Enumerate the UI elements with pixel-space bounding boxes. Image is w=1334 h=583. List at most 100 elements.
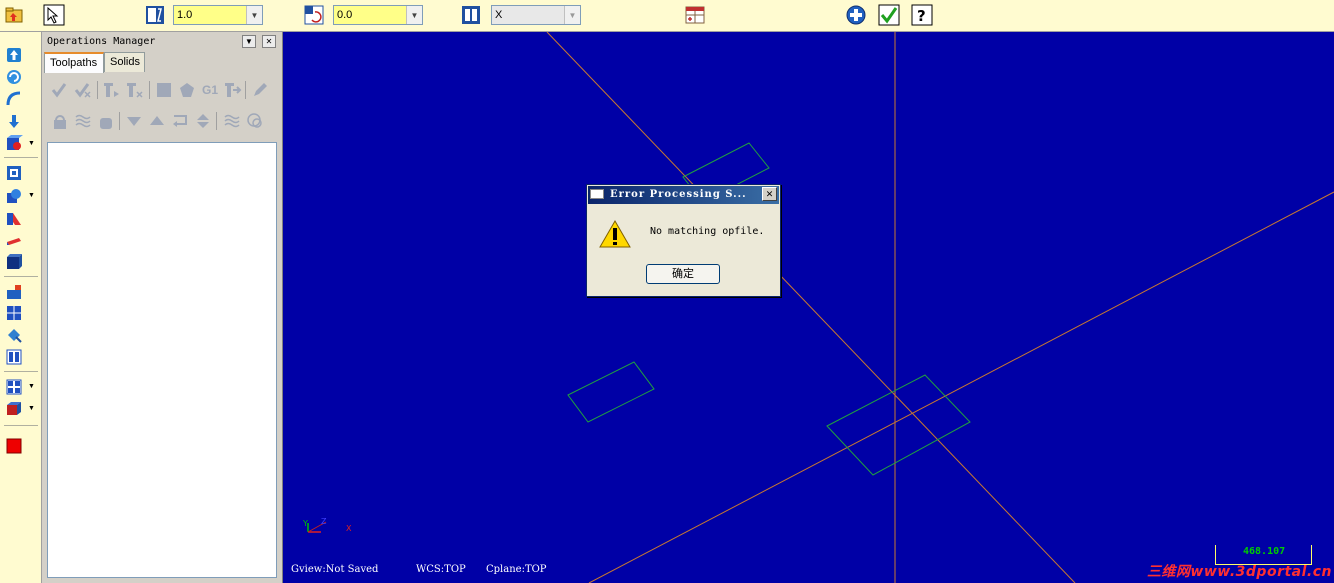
- view-extrude-button[interactable]: [5, 209, 23, 227]
- pentagon-icon: [180, 83, 194, 97]
- axis-combo[interactable]: X ▼: [491, 5, 581, 25]
- post-g1-button[interactable]: G1: [200, 80, 220, 100]
- verify-button[interactable]: [177, 80, 197, 100]
- tab-solids[interactable]: Solids: [104, 52, 145, 72]
- plane-icon: [7, 238, 21, 245]
- extrude-icon: [7, 213, 21, 225]
- separator: [245, 81, 246, 99]
- operations-manager-panel: Operations Manager ▼ ✕ Toolpaths Solids …: [42, 32, 283, 583]
- solid-window-button[interactable]: [5, 304, 23, 322]
- chevron-down-icon[interactable]: ▼: [28, 405, 35, 412]
- toolpath-up-button[interactable]: [5, 46, 23, 64]
- ops-toolbar-row-1: G1: [46, 77, 280, 103]
- status-cplane: Cplane:TOP: [486, 564, 547, 575]
- tab-toolpaths[interactable]: Toolpaths: [44, 52, 104, 73]
- arrow-up-icon: [7, 48, 21, 62]
- dialog-message: No matching opfile.: [650, 226, 765, 237]
- chevron-down-icon[interactable]: ▼: [28, 383, 35, 390]
- help-ops-button[interactable]: [245, 111, 265, 131]
- shade-button[interactable]: [5, 400, 23, 418]
- panel-menu-button[interactable]: ▼: [242, 35, 256, 48]
- rotate-combo[interactable]: 0.0 ▼: [333, 5, 423, 25]
- solid-shape-button[interactable]: [5, 134, 23, 152]
- regenerate-button[interactable]: [102, 80, 122, 100]
- view-plane-button[interactable]: [5, 231, 23, 249]
- view-sphere-button[interactable]: [5, 187, 23, 205]
- top-toolbar: 1.0 ▼ 0.0 ▼ X ▼ ?: [0, 0, 1334, 32]
- ops-toolbar-row-2: [46, 108, 280, 134]
- square-icon: [157, 83, 171, 97]
- open-file-button[interactable]: [3, 4, 25, 26]
- rotate-icon: [304, 5, 324, 25]
- check-x-icon: [74, 83, 91, 98]
- toggle-display-button[interactable]: [73, 111, 93, 131]
- toolpath-down-button[interactable]: [5, 112, 23, 130]
- chevron-down-icon[interactable]: ▼: [28, 192, 35, 199]
- left-toolbar: ▼ ▼ ▼ ▼: [0, 32, 42, 583]
- scroll-button[interactable]: [193, 111, 213, 131]
- graphics-viewport[interactable]: Y Z X Gview:Not Saved WCS:TOP Cplane:TOP…: [283, 32, 1334, 583]
- chevron-down-icon[interactable]: ▼: [28, 140, 35, 147]
- dialog-titlebar[interactable]: Error Processing S...: [588, 186, 779, 204]
- lock-icon: [54, 115, 66, 129]
- regenerate-dirty-button[interactable]: [125, 80, 145, 100]
- post-output-button[interactable]: [223, 80, 243, 100]
- ok-button[interactable]: [878, 4, 900, 26]
- pencil-icon: [254, 83, 267, 96]
- view-box-button[interactable]: [5, 253, 23, 271]
- toggle-post-button[interactable]: [96, 111, 116, 131]
- plus-circle-icon: [846, 5, 866, 25]
- select-all-button[interactable]: [50, 80, 70, 100]
- view-layout-button[interactable]: [5, 378, 23, 396]
- tool-regen-icon: [104, 83, 119, 97]
- up-down-icon: [197, 114, 209, 128]
- move-down-button[interactable]: [124, 111, 144, 131]
- move-up-button[interactable]: [147, 111, 167, 131]
- triangle-up-icon: [150, 116, 164, 125]
- z-depth-value: 1.0: [177, 9, 193, 21]
- chevron-down-icon[interactable]: ▼: [406, 6, 422, 24]
- z-depth-combo[interactable]: 1.0 ▼: [173, 5, 263, 25]
- toolpath-arc-button[interactable]: [5, 90, 23, 108]
- insert-after-button[interactable]: [170, 111, 190, 131]
- separator: [4, 157, 38, 158]
- viewport-geometry: Y Z X: [302, 32, 1334, 583]
- lock-button[interactable]: [50, 111, 70, 131]
- tool-regen-x-icon: [127, 83, 143, 98]
- rotate-button[interactable]: [303, 4, 325, 26]
- operations-tree[interactable]: [47, 142, 277, 578]
- axis-value: X: [495, 9, 503, 21]
- separator: [97, 81, 98, 99]
- view-frame-button[interactable]: [5, 164, 23, 182]
- svg-text:?: ?: [917, 7, 926, 25]
- color-button[interactable]: [5, 437, 23, 455]
- axis-label-x: X: [346, 524, 352, 533]
- window-grid-icon: [7, 306, 21, 320]
- solid-edit-button[interactable]: [5, 283, 23, 301]
- toolpath-rotate-button[interactable]: [5, 68, 23, 86]
- chevron-down-icon[interactable]: ▼: [246, 6, 262, 24]
- folder-icon: [5, 7, 23, 23]
- help-button[interactable]: ?: [911, 4, 933, 26]
- z-depth-button[interactable]: [144, 4, 166, 26]
- status-wcs: WCS:TOP: [416, 564, 466, 575]
- checkmark-icon: [878, 4, 900, 26]
- axis-button[interactable]: [460, 4, 482, 26]
- levels-button[interactable]: [684, 4, 706, 26]
- backplot-button[interactable]: [154, 80, 174, 100]
- solid-layout-button[interactable]: [5, 348, 23, 366]
- chevron-down-icon[interactable]: ▼: [564, 6, 580, 24]
- panel-close-button[interactable]: ✕: [262, 35, 276, 48]
- highspeed-button[interactable]: [250, 80, 270, 100]
- triangle-down-icon: [127, 117, 141, 126]
- spiral-icon: [7, 70, 21, 84]
- warning-icon: [599, 219, 631, 248]
- dialog-ok-button[interactable]: 确定: [646, 264, 720, 284]
- toolpath-display-button[interactable]: [222, 111, 242, 131]
- dialog-close-button[interactable]: ✕: [762, 187, 777, 201]
- color-swatch-icon: [6, 438, 22, 454]
- apply-button[interactable]: [845, 4, 867, 26]
- select-button[interactable]: [43, 4, 65, 26]
- deselect-button[interactable]: [73, 80, 93, 100]
- solid-fill-button[interactable]: [5, 326, 23, 344]
